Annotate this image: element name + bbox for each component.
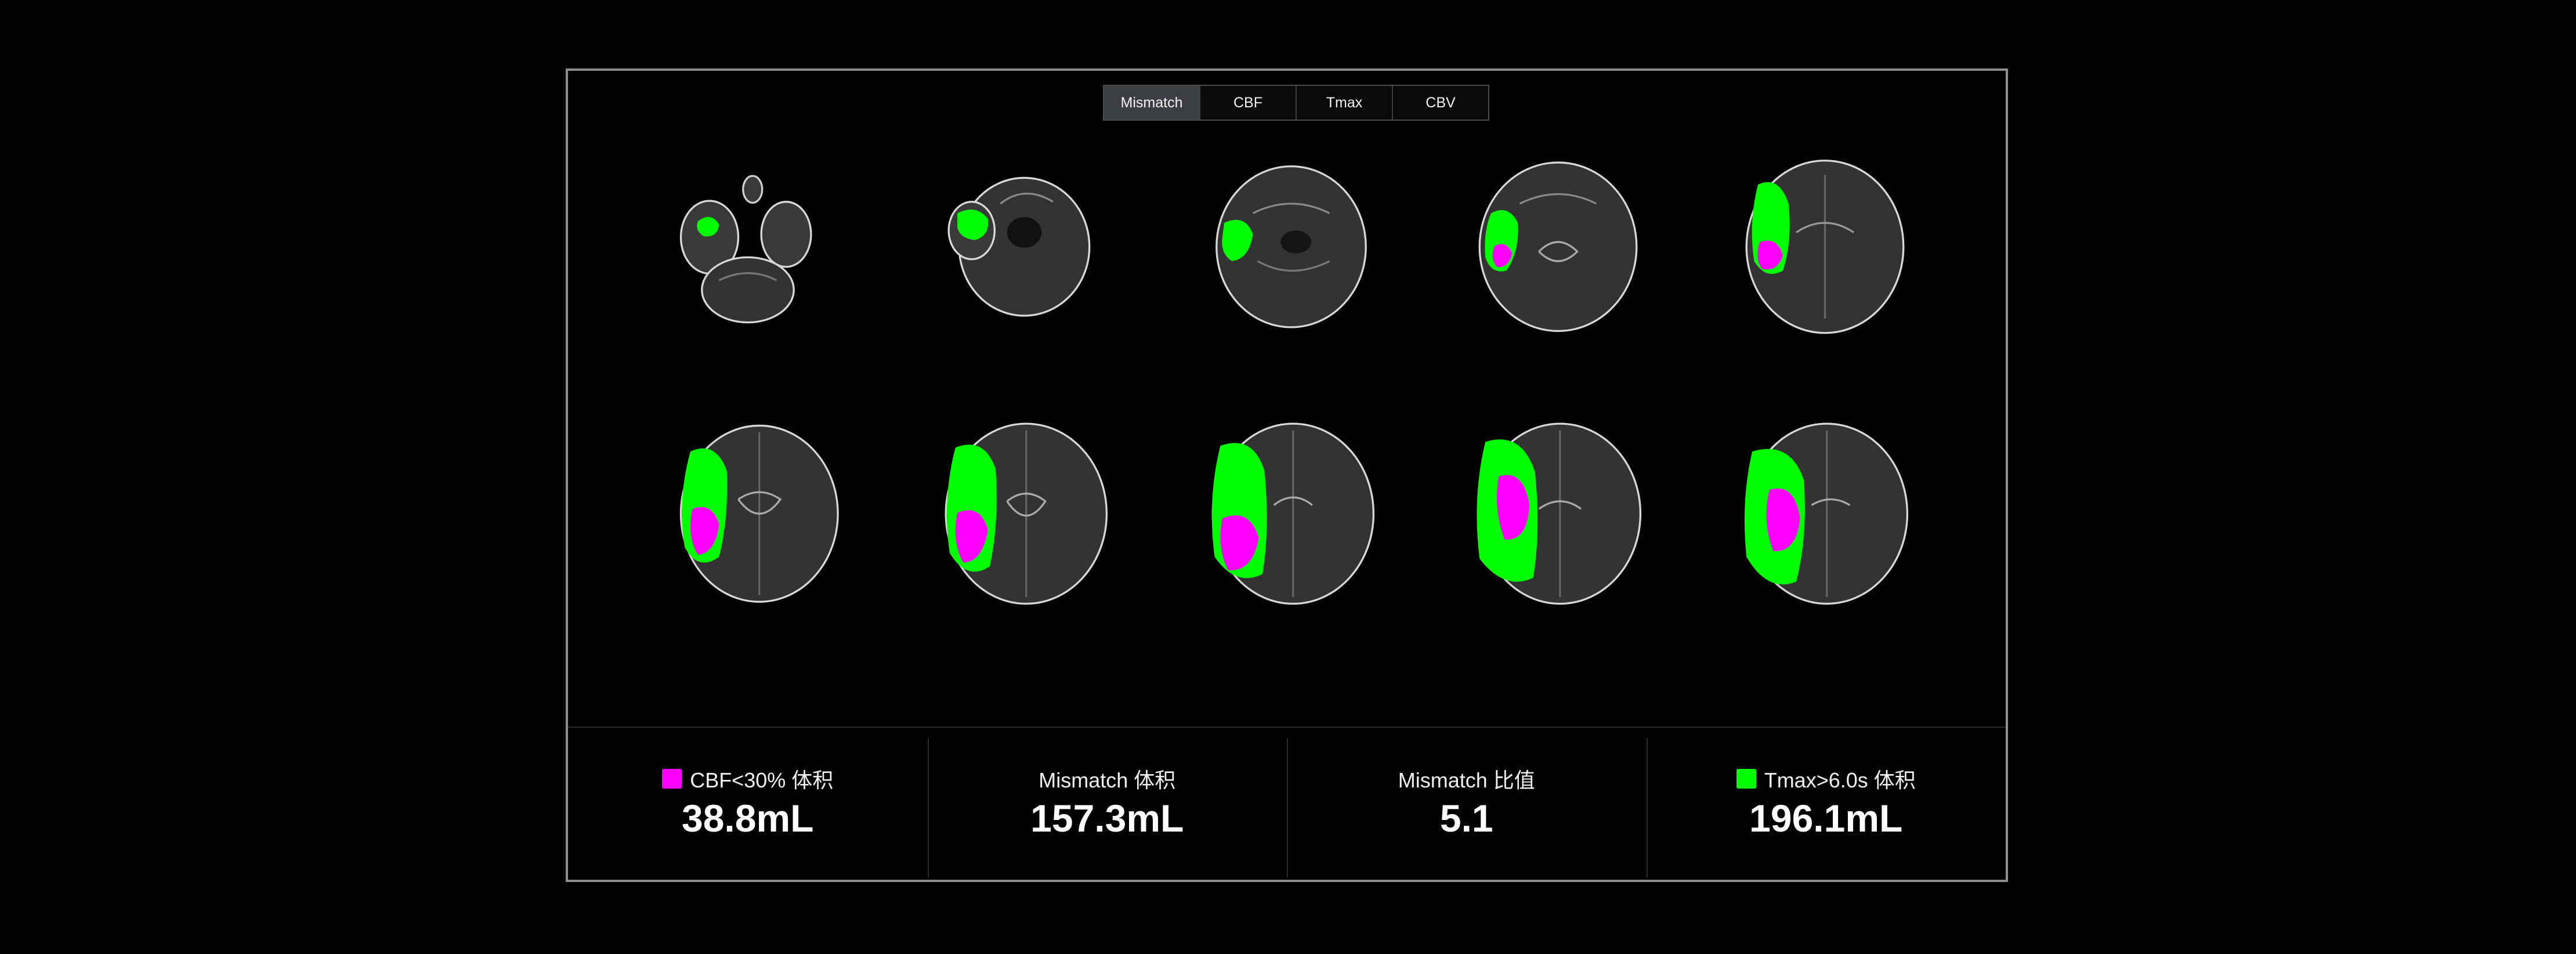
brain-slice-4[interactable] [1453,146,1644,338]
mismatch-volume-label: Mismatch 体积 [1039,768,1176,792]
brain-slice-2[interactable] [919,146,1110,338]
tab-cbf[interactable]: CBF [1200,86,1297,120]
slice-grid [568,146,2006,651]
cbf-volume-value: 38.8mL [682,797,814,840]
stat-mismatch-volume: Mismatch 体积 157.3mL [927,728,1287,883]
tmax-volume-label: Tmax>6.0s 体积 [1764,768,1916,792]
cbf-legend-swatch [662,769,682,789]
stat-mismatch-ratio: Mismatch 比值 5.1 [1287,728,1647,883]
tmax-legend-swatch [1736,769,1756,789]
mismatch-ratio-label: Mismatch 比值 [1398,768,1535,792]
brain-slice-5[interactable] [1720,146,1911,338]
stat-tmax-volume: Tmax>6.0s 体积 196.1mL [1646,728,2006,883]
perfusion-viewer: Mismatch CBF Tmax CBV CBF<30% 体积 38.8mL … [566,68,2008,882]
volume-stats: CBF<30% 体积 38.8mL Mismatch 体积 157.3mL Mi… [568,727,2006,883]
tab-mismatch[interactable]: Mismatch [1104,86,1200,120]
brain-slice-8[interactable] [1186,413,1377,605]
mismatch-volume-value: 157.3mL [1030,797,1184,840]
tab-tmax[interactable]: Tmax [1297,86,1393,120]
brain-slice-7[interactable] [919,413,1110,605]
cbf-volume-label: CBF<30% 体积 [690,768,834,792]
brain-slice-10[interactable] [1720,413,1911,605]
brain-slice-9[interactable] [1453,413,1644,605]
mismatch-ratio-value: 5.1 [1439,797,1493,840]
brain-slice-6[interactable] [652,413,844,605]
tab-cbv[interactable]: CBV [1393,86,1488,120]
stat-cbf-volume: CBF<30% 体积 38.8mL [568,728,928,883]
map-tabs: Mismatch CBF Tmax CBV [1103,85,1489,121]
tmax-volume-value: 196.1mL [1749,797,1903,840]
brain-slice-3[interactable] [1186,146,1377,338]
brain-slice-1[interactable] [652,146,844,338]
